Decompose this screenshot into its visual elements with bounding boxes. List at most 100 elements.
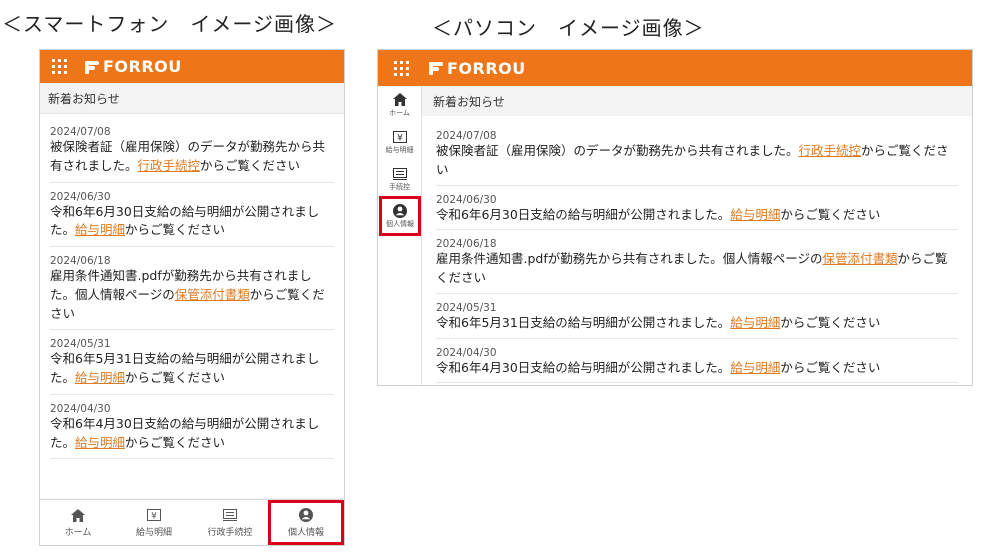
home-icon [392, 92, 407, 108]
notice-item: 2024/07/08 被保険者証（雇用保険）のデータが勤務先から共有されました。行… [436, 122, 958, 186]
notice-link[interactable]: 給与明細 [75, 222, 125, 237]
notice-date: 2024/06/18 [436, 238, 497, 251]
side-nav: ホーム ¥ 給与明細 手続控 個人情報 [378, 86, 422, 385]
svg-text:¥: ¥ [151, 512, 157, 522]
smartphone-caption: ＜スマートフォン イメージ画像＞ [2, 12, 337, 36]
notice-link[interactable]: 給与明細 [75, 435, 125, 450]
notice-text: 令和6年6月30日支給の給与明細が公開されました。 [436, 206, 731, 222]
notice-message: 令和6年6月30日支給の給与明細が公開されました。給与明細からご覧ください [436, 206, 958, 225]
notice-date: 2024/06/30 [436, 193, 497, 206]
side-nav-label: 手続控 [389, 182, 410, 191]
tab-label: ホーム [64, 528, 92, 538]
notice-message: 被保険者証（雇用保険）のデータが勤務先から共有されました。行政手続控からご覧くだ… [436, 142, 958, 180]
notice-link[interactable]: 行政手続控 [799, 143, 862, 158]
notice-message: 令和6年4月30日支給の給与明細が公開されました。給与明細からご覧ください [436, 359, 958, 378]
app-logo[interactable]: FORROU [429, 59, 526, 78]
notice-text-tail: からご覧ください [780, 359, 881, 375]
side-nav-payslip[interactable]: ¥ 給与明細 [378, 123, 421, 160]
notice-text: 雇用条件通知書.pdfが勤務先から共有されました。個人情報ページの [436, 251, 823, 267]
forrou-logo-mark-icon [85, 60, 99, 74]
bottom-tab-bar: ホーム ¥ 給与明細 行政手続控 個人情報 [40, 499, 344, 545]
forrou-logo-mark-icon [429, 61, 443, 75]
tab-payslip[interactable]: ¥ 給与明細 [116, 500, 192, 545]
notice-date: 2024/06/30 [50, 190, 111, 203]
notice-text-tail: からご覧ください [125, 222, 226, 238]
notice-message: 雇用条件通知書.pdfが勤務先から共有されました。個人情報ページの保管添付書類か… [50, 267, 334, 323]
notice-message: 雇用条件通知書.pdfが勤務先から共有されました。個人情報ページの保管添付書類か… [436, 250, 958, 288]
notice-link[interactable]: 給与明細 [730, 360, 780, 375]
notice-date: 2024/07/08 [50, 126, 111, 138]
side-nav-procedures[interactable]: 手続控 [378, 160, 421, 197]
notice-text-tail: からご覧ください [200, 157, 301, 173]
notice-message: 令和6年4月30日支給の給与明細が公開されました。給与明細からご覧ください [50, 415, 334, 453]
notice-message: 令和6年6月30日支給の給与明細が公開されました。給与明細からご覧ください [50, 203, 334, 241]
notice-list: 2024/07/08 被保険者証（雇用保険）のデータが勤務先から共有されました。行… [50, 120, 334, 460]
tab-label: 個人情報 [287, 528, 324, 538]
side-nav-label: 給与明細 [385, 145, 414, 154]
notice-text-tail: からご覧ください [125, 434, 226, 450]
document-icon [392, 166, 407, 182]
notice-item: 2024/04/30 令和6年4月30日支給の給与明細が公開されました。給与明細か… [50, 395, 334, 460]
pc-mockup: FORROU ホーム ¥ 給与明細 手続控 個人情報 新着お知らせ 2024/0… [377, 49, 973, 386]
main-content: 新着お知らせ 2024/07/08 被保険者証（雇用保険）のデータが勤務先から共有… [422, 86, 972, 385]
notice-message: 令和6年5月31日支給の給与明細が公開されました。給与明細からご覧ください [50, 350, 334, 388]
section-title: 新着お知らせ [40, 83, 344, 114]
document-icon [223, 507, 237, 523]
yen-icon: ¥ [392, 129, 407, 145]
side-nav-label: ホーム [389, 108, 410, 117]
notice-date: 2024/07/08 [436, 130, 497, 142]
app-menu-grid-icon[interactable] [52, 59, 67, 74]
notice-text: 令和6年4月30日支給の給与明細が公開されました。 [436, 359, 731, 375]
notice-item: 2024/04/30 令和6年4月30日支給の給与明細が公開されました。給与明細か… [436, 339, 958, 384]
notice-item: 2024/07/08 被保険者証（雇用保険）のデータが勤務先から共有されました。行… [50, 120, 334, 183]
side-nav-label: 個人情報 [386, 220, 414, 228]
notice-date: 2024/05/31 [50, 338, 111, 351]
notice-link[interactable]: 行政手続控 [138, 158, 201, 173]
notice-link[interactable]: 給与明細 [75, 370, 125, 385]
logo-text: FORROU [447, 58, 526, 78]
notice-link[interactable]: 給与明細 [730, 315, 780, 330]
notice-message: 令和6年5月31日支給の給与明細が公開されました。給与明細からご覧ください [436, 314, 958, 333]
notice-item: 2024/06/18 雇用条件通知書.pdfが勤務先から共有されました。個人情報ペ… [50, 247, 334, 331]
notice-message: 被保険者証（雇用保険）のデータが勤務先から共有されました。行政手続控からご覧くだ… [50, 138, 334, 176]
notice-item: 2024/05/31 令和6年5月31日支給の給与明細が公開されました。給与明細か… [50, 330, 334, 395]
yen-icon: ¥ [147, 507, 161, 523]
notice-item: 2024/06/18 雇用条件通知書.pdfが勤務先から共有されました。個人情報ペ… [436, 230, 958, 294]
notice-text-tail: からご覧ください [125, 370, 226, 385]
app-header: FORROU [378, 50, 972, 86]
svg-text:¥: ¥ [397, 133, 403, 143]
notice-item: 2024/06/30 令和6年6月30日支給の給与明細が公開されました。給与明細か… [436, 186, 958, 231]
notice-item: 2024/05/31 令和6年5月31日支給の給与明細が公開されました。給与明細か… [436, 294, 958, 339]
tab-label: 給与明細 [135, 528, 172, 538]
notice-text: 令和6年5月31日支給の給与明細が公開されました。 [436, 314, 731, 330]
tab-personal-info[interactable]: 個人情報 [268, 500, 344, 545]
notice-link[interactable]: 保管添付書類 [823, 251, 898, 266]
app-menu-grid-icon[interactable] [394, 60, 409, 76]
app-logo[interactable]: FORROU [85, 57, 182, 76]
notice-item: 2024/06/30 令和6年6月30日支給の給与明細が公開されました。給与明細か… [50, 183, 334, 247]
notice-link[interactable]: 給与明細 [730, 207, 780, 222]
pc-caption: ＜パソコン イメージ画像＞ [432, 16, 705, 40]
notice-date: 2024/06/18 [50, 255, 111, 267]
notice-date: 2024/04/30 [50, 402, 111, 415]
smartphone-mockup: FORROU 新着お知らせ 2024/07/08 被保険者証（雇用保険）のデータが… [39, 49, 345, 546]
notice-list: 2024/07/08 被保険者証（雇用保険）のデータが勤務先から共有されました。行… [436, 122, 958, 384]
side-nav-home[interactable]: ホーム [378, 86, 421, 123]
app-header: FORROU [40, 50, 344, 83]
section-title-text: 新着お知らせ [48, 91, 120, 106]
tab-home[interactable]: ホーム [40, 500, 116, 545]
tab-procedures[interactable]: 行政手続控 [192, 500, 268, 545]
logo-text: FORROU [103, 57, 182, 76]
notice-text-tail: からご覧ください [780, 314, 881, 330]
home-icon [71, 507, 85, 523]
notice-card: 2024/07/08 被保険者証（雇用保険）のデータが勤務先から共有されました。行… [422, 116, 972, 384]
notice-date: 2024/05/31 [436, 301, 497, 314]
person-icon [299, 507, 313, 523]
notice-date: 2024/04/30 [436, 346, 497, 359]
person-icon [393, 203, 407, 219]
notice-text-tail: からご覧ください [780, 206, 881, 222]
side-nav-personal-info[interactable]: 個人情報 [379, 196, 421, 236]
notice-link[interactable]: 保管添付書類 [175, 287, 250, 302]
tab-label: 行政手続控 [207, 528, 253, 538]
notice-card: 2024/07/08 被保険者証（雇用保険）のデータが勤務先から共有されました。行… [40, 114, 344, 498]
